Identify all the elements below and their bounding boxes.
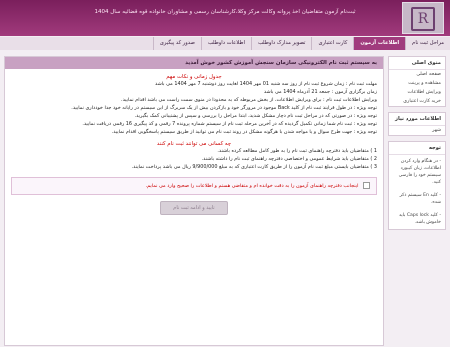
main-menu-title: منوی اصلی <box>389 57 445 70</box>
page-header: ثبت‌نام آزمون متقاضیان اخذ پروانه وکالت … <box>0 0 450 36</box>
line-note-tracking: توجه ویژه : ثبت نام شما زمانی تکمیل گردی… <box>82 121 377 127</box>
tip-1: - در هنگام وارد کردن اطلاعات، زبان کیبور… <box>398 159 441 185</box>
rule-2: 2 ) متقاضیان باید شرایط عمومی و اختصاصی … <box>201 156 377 162</box>
required-info-title: اطلاعات مورد نیاز <box>389 113 445 126</box>
tab-tracking-code[interactable]: صدور کد پیگیری <box>152 37 201 50</box>
menu-home[interactable]: صفحه اصلی <box>389 70 445 79</box>
tip-2: - کلید En سیستم ذکر شده. <box>399 193 441 205</box>
tab-steps[interactable]: مراحل ثبت نام <box>405 37 450 50</box>
line-exam-date: زمان برگزاری آزمون : جمعه 21 آذرماه 1404… <box>263 89 377 95</box>
continue-button[interactable]: تایید و ادامه ثبت نام <box>160 201 228 215</box>
tip-3: - کلید Caps lock باید خاموش باشد. <box>398 213 441 225</box>
page: ثبت‌نام آزمون متقاضیان اخذ پروانه وکالت … <box>0 0 450 347</box>
menu-view-print[interactable]: مشاهده و پرینت <box>389 79 445 88</box>
required-info-box: اطلاعات مورد نیاز شهر <box>388 112 446 136</box>
header-title: ثبت‌نام آزمون متقاضیان اخذ پروانه وکالت … <box>94 9 356 15</box>
rule-1: 1 ) متقاضیان باید دفترچه راهنمای ثبت نام… <box>217 148 377 154</box>
line-edit-info: ویرایش اطلاعات ثبت نام : برای ویرایش اطل… <box>121 97 377 103</box>
menu-edit-info[interactable]: ویرایش اطلاعات <box>389 88 445 97</box>
agreement-text: اینجانب دفترچه راهنمای آزمون را به دقت خ… <box>145 183 359 189</box>
tips-box: توجه - در هنگام وارد کردن اطلاعات، زبان … <box>388 141 446 230</box>
menu-buy-card[interactable]: خرید کارت اعتباری <box>389 97 445 106</box>
tips-title: توجه <box>389 142 445 155</box>
rule-3: 3 ) متقاضیان بایستی مبلغ ثبت نام آزمون ر… <box>131 164 377 170</box>
logo-mark-icon: R <box>411 7 435 31</box>
agreement-checkbox[interactable] <box>363 182 370 189</box>
main-menu-box: منوی اصلی صفحه اصلی مشاهده و پرینت ویرای… <box>388 56 446 107</box>
line-note-back: توجه ویژه : در طول فرایند ثبت نام از کلی… <box>71 105 377 111</box>
required-info-city: شهر <box>432 128 441 133</box>
logo: R <box>402 2 444 34</box>
main-title: به سیستم ثبت نام الکترونیکی سازمان سنجش … <box>5 57 383 69</box>
line-note-support: توجه ویژه : در صورتی که در مراحل ثبت نام… <box>134 113 377 119</box>
sidebar: منوی اصلی صفحه اصلی مشاهده و پرینت ویرای… <box>388 56 446 235</box>
tab-credit-card[interactable]: کارت اعتباری <box>311 37 353 50</box>
agreement-box: اینجانب دفترچه راهنمای آزمون را به دقت خ… <box>11 177 377 195</box>
line-note-questions: توجه ویژه : جهت طرح سوال و یا مواجه شدن … <box>111 129 377 135</box>
tab-applicant-info[interactable]: اطلاعات داوطلب <box>200 37 251 50</box>
steps-tabs: مراحل ثبت نام اطلاعات آزمون کارت اعتباری… <box>0 37 450 50</box>
tab-exam-info[interactable]: اطلاعات آزمون <box>353 37 406 50</box>
tab-documents[interactable]: تصویر مدارک داوطلب <box>250 37 312 50</box>
main-panel: به سیستم ثبت نام الکترونیکی سازمان سنجش … <box>4 56 384 346</box>
line-registration-deadline: مهلت ثبت نام : زمان شروع ثبت نام از روز … <box>155 81 377 87</box>
